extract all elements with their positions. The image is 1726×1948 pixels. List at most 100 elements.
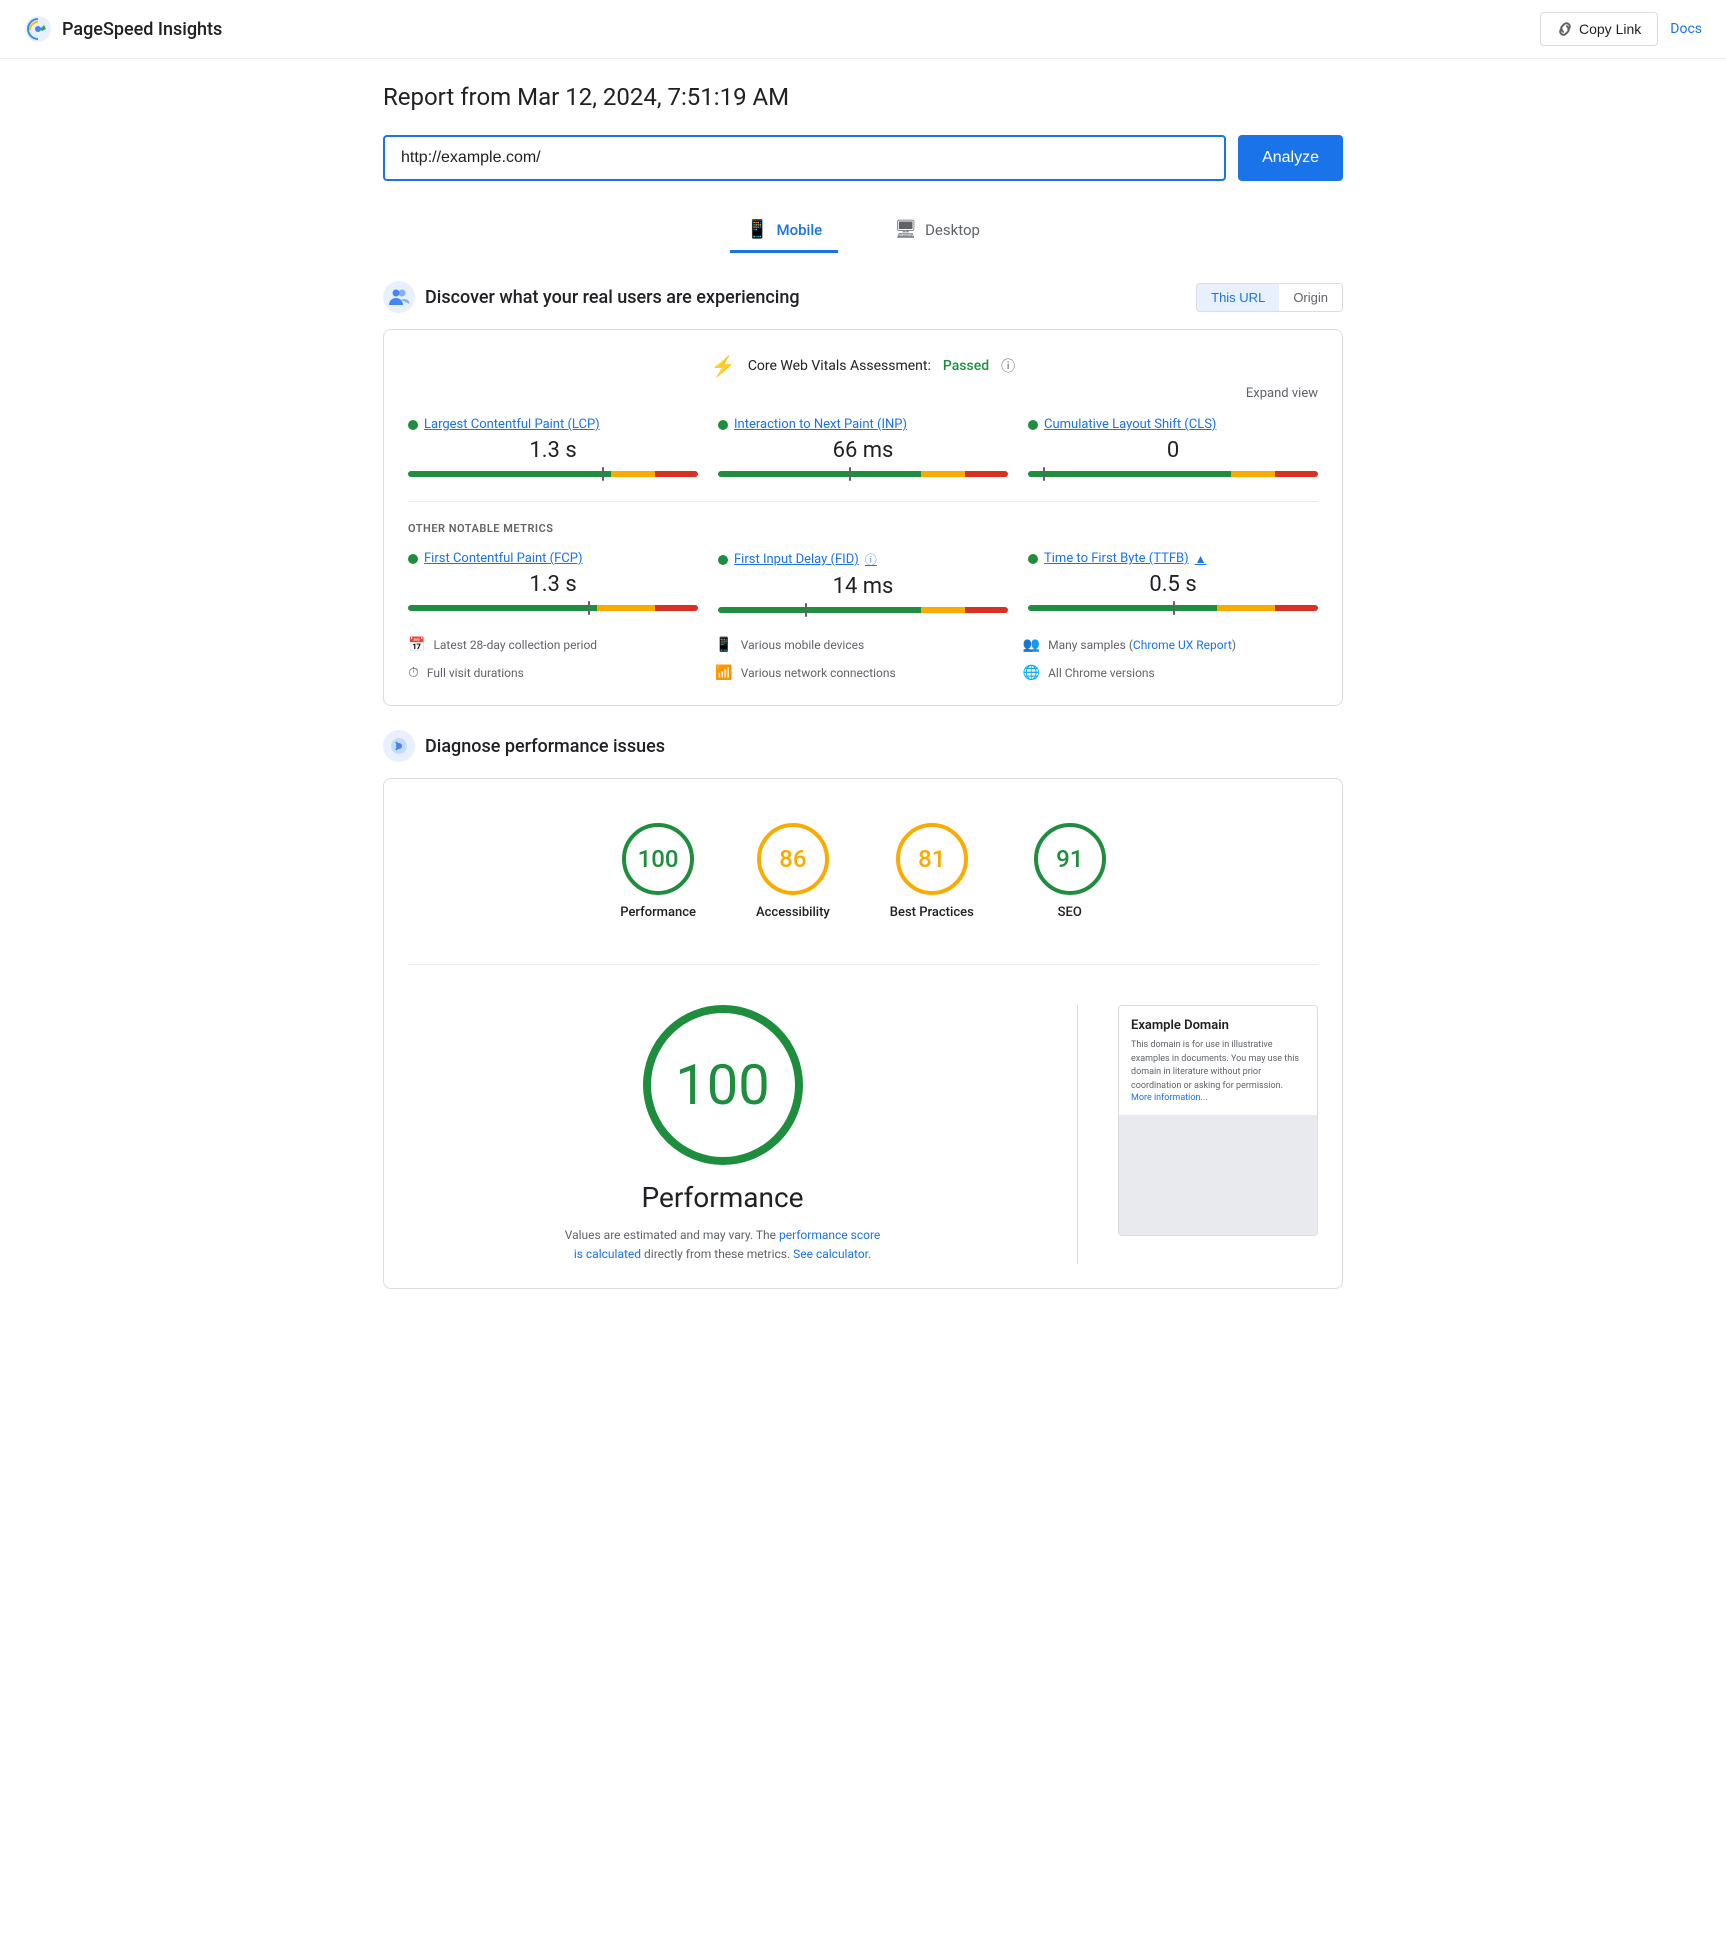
device-tabs: 📱 Mobile 🖥 Desktop (383, 209, 1343, 253)
preview-text: This domain is for use in illustrative e… (1131, 1039, 1305, 1093)
chrome-ux-link[interactable]: Chrome UX Report (1133, 638, 1232, 652)
url-row: Analyze (383, 135, 1343, 181)
cls-dot (1028, 420, 1038, 430)
performance-name: Performance (642, 1181, 804, 1214)
lcp-bar (408, 471, 698, 477)
real-users-title: Discover what your real users are experi… (425, 287, 800, 308)
scores-row: 100 Performance 86 Accessibility 81 Best… (408, 803, 1318, 944)
accessibility-score-label: Accessibility (756, 905, 830, 920)
lcp-dot (408, 420, 418, 430)
ttfb-bar (1028, 605, 1318, 611)
info-samples: 👥 Many samples (Chrome UX Report) (1023, 637, 1318, 653)
cls-name[interactable]: Cumulative Layout Shift (CLS) (1028, 417, 1318, 432)
fid-dot (718, 555, 728, 565)
fid-metric: First Input Delay (FID) ⓘ 14 ms (718, 551, 1008, 617)
tab-mobile-label: Mobile (776, 221, 822, 239)
preview-screenshot (1119, 1115, 1317, 1235)
lcp-metric: Largest Contentful Paint (LCP) 1.3 s (408, 417, 698, 481)
fcp-dot (408, 554, 418, 564)
ttfb-dot (1028, 554, 1038, 564)
logo: PageSpeed Insights (24, 15, 222, 43)
preview-link[interactable]: More information... (1131, 1093, 1305, 1103)
seo-score-label: SEO (1058, 905, 1082, 920)
lcp-value: 1.3 s (408, 438, 698, 463)
performance-left: 100 Performance Values are estimated and… (408, 1005, 1037, 1264)
site-preview-card: Example Domain This domain is for use in… (1118, 1005, 1318, 1236)
this-url-button[interactable]: This URL (1197, 284, 1279, 311)
performance-score-label: Performance (620, 905, 696, 920)
performance-score-circle: 100 (622, 823, 694, 895)
lcp-name[interactable]: Largest Contentful Paint (LCP) (408, 417, 698, 432)
network-icon: 📶 (715, 665, 732, 681)
seo-score-item: 91 SEO (1034, 823, 1106, 920)
fid-name[interactable]: First Input Delay (FID) ⓘ (718, 551, 1008, 568)
expand-view[interactable]: Expand view (408, 386, 1318, 401)
info-mobile-text: Various mobile devices (741, 638, 864, 652)
performance-big-circle: 100 (643, 1005, 803, 1165)
fid-info-icon: ⓘ (865, 551, 877, 568)
perf-desc-mid: directly from these metrics. (644, 1247, 793, 1261)
inp-label: Interaction to Next Paint (INP) (734, 417, 907, 432)
url-origin-toggle: This URL Origin (1196, 283, 1343, 312)
diagnose-header: Diagnose performance issues (383, 730, 1343, 762)
performance-score-item: 100 Performance (620, 823, 696, 920)
cls-value: 0 (1028, 438, 1318, 463)
ttfb-name[interactable]: Time to First Byte (TTFB) ▲ (1028, 551, 1318, 566)
other-metrics-grid: First Contentful Paint (FCP) 1.3 s First… (408, 551, 1318, 617)
mobile-icon: 📱 (746, 219, 768, 240)
cwv-info-row: 📅 Latest 28-day collection period 📱 Vari… (408, 637, 1318, 681)
inp-bar (718, 471, 1008, 477)
best-practices-score-item: 81 Best Practices (890, 823, 974, 920)
docs-link[interactable]: Docs (1670, 21, 1702, 37)
cls-bar (1028, 471, 1318, 477)
info-samples-text: Many samples (Chrome UX Report) (1048, 638, 1236, 652)
info-chrome-text: All Chrome versions (1048, 666, 1155, 680)
ttfb-warning-icon: ▲ (1195, 552, 1207, 566)
info-network: 📶 Various network connections (715, 665, 1010, 681)
wrench-icon (389, 736, 409, 756)
performance-big-score: 100 (675, 1052, 769, 1118)
ttfb-value: 0.5 s (1028, 572, 1318, 597)
fcp-name[interactable]: First Contentful Paint (FCP) (408, 551, 698, 566)
best-practices-score-circle: 81 (896, 823, 968, 895)
url-input[interactable] (383, 135, 1226, 181)
accessibility-score-value: 86 (779, 845, 806, 873)
performance-detail: 100 Performance Values are estimated and… (408, 985, 1318, 1264)
ttfb-metric: Time to First Byte (TTFB) ▲ 0.5 s (1028, 551, 1318, 617)
preview-header: Example Domain This domain is for use in… (1119, 1006, 1317, 1115)
cwv-info-icon: ⓘ (1001, 356, 1015, 376)
copy-link-label: Copy Link (1579, 21, 1641, 37)
header-actions: Copy Link Docs (1540, 12, 1702, 46)
real-users-icon (383, 281, 415, 313)
copy-link-button[interactable]: Copy Link (1540, 12, 1658, 46)
cwv-pulse-icon: ⚡ (711, 354, 736, 378)
origin-button[interactable]: Origin (1279, 284, 1342, 311)
seo-score-circle: 91 (1034, 823, 1106, 895)
fcp-value: 1.3 s (408, 572, 698, 597)
fid-bar (718, 607, 1008, 613)
tab-desktop-label: Desktop (925, 221, 980, 239)
scores-card: 100 Performance 86 Accessibility 81 Best… (383, 778, 1343, 1289)
accessibility-score-circle: 86 (757, 823, 829, 895)
perf-see-calc-link[interactable]: See calculator. (793, 1247, 871, 1261)
accessibility-score-item: 86 Accessibility (756, 823, 830, 920)
inp-name[interactable]: Interaction to Next Paint (INP) (718, 417, 1008, 432)
perf-desc-text: Values are estimated and may vary. The (565, 1228, 779, 1242)
info-network-text: Various network connections (741, 666, 896, 680)
diagnose-icon (383, 730, 415, 762)
link-icon (1557, 21, 1573, 37)
tab-desktop[interactable]: 🖥 Desktop (878, 209, 996, 253)
info-visit-durations: ⏱ Full visit durations (408, 665, 703, 681)
preview-domain: Example Domain (1131, 1018, 1305, 1033)
analyze-button[interactable]: Analyze (1238, 135, 1343, 181)
ttfb-label: Time to First Byte (TTFB) (1044, 551, 1189, 566)
performance-score-value: 100 (638, 845, 679, 873)
tab-mobile[interactable]: 📱 Mobile (730, 209, 838, 253)
fid-value: 14 ms (718, 574, 1008, 599)
best-practices-score-label: Best Practices (890, 905, 974, 920)
inp-metric: Interaction to Next Paint (INP) 66 ms (718, 417, 1008, 481)
app-title: PageSpeed Insights (62, 19, 222, 40)
diagnose-title-row: Diagnose performance issues (383, 730, 665, 762)
cwv-card: ⚡ Core Web Vitals Assessment: Passed ⓘ E… (383, 329, 1343, 706)
cwv-divider (408, 501, 1318, 502)
